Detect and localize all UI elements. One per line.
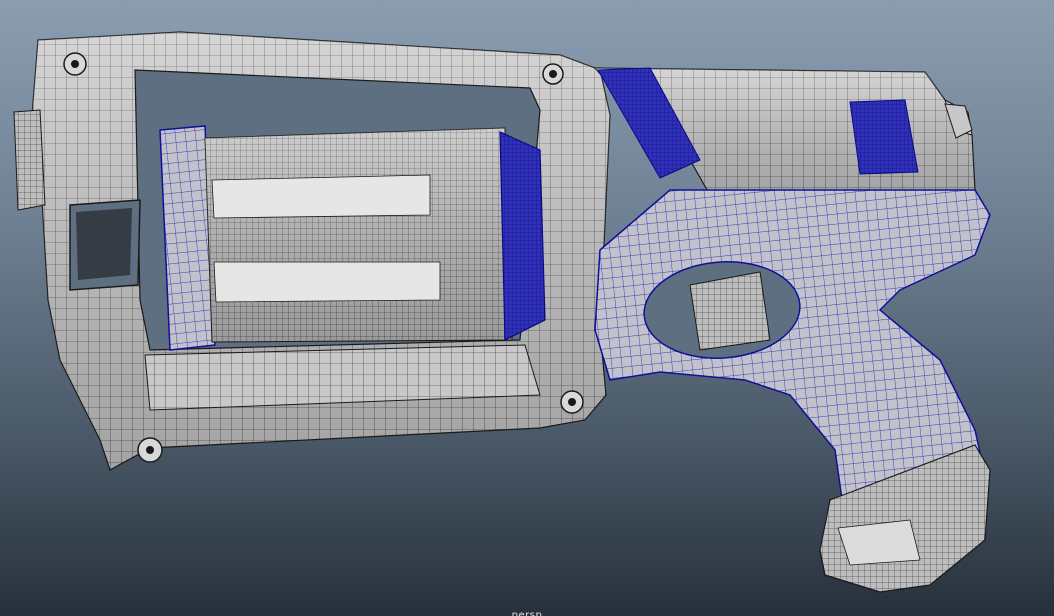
camera-label: persp [511,610,543,616]
grip-mesh[interactable] [594,189,991,593]
receiver-mesh[interactable] [593,67,976,196]
3d-viewport[interactable]: persp [0,0,1054,616]
revolver-model[interactable] [0,0,1054,616]
cylinder-mesh[interactable] [159,125,546,351]
